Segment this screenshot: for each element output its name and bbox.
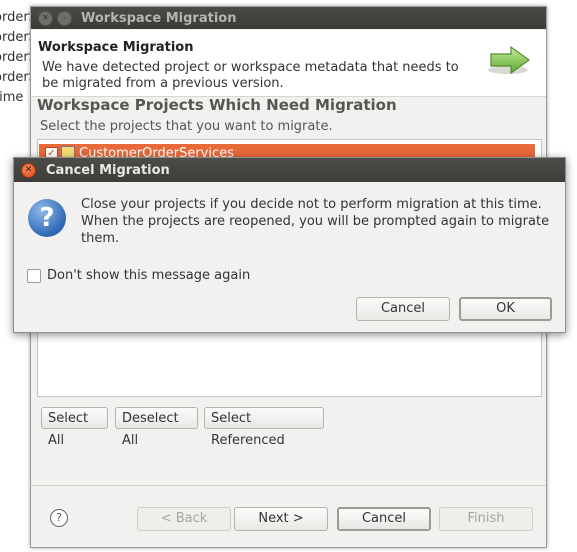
next-button[interactable]: Next > xyxy=(234,507,328,531)
section-description: Select the projects that you want to mig… xyxy=(40,119,333,134)
window-titlebar: ✕ – Workspace Migration xyxy=(31,7,546,29)
close-icon[interactable]: ✕ xyxy=(38,10,53,26)
minimize-icon[interactable]: – xyxy=(57,10,72,26)
dialog-cancel-button[interactable]: Cancel xyxy=(356,297,450,321)
select-all-button[interactable]: Select All xyxy=(41,407,108,448)
cancel-migration-dialog: ✕ Cancel Migration ? Close your projects… xyxy=(13,157,566,333)
divider xyxy=(31,485,546,486)
window-title: Workspace Migration xyxy=(81,10,237,26)
dialog-titlebar: ✕ Cancel Migration xyxy=(14,158,565,182)
deselect-all-button[interactable]: Deselect All xyxy=(115,407,198,448)
close-icon[interactable]: ✕ xyxy=(21,162,36,178)
dont-show-again-label[interactable]: Don't show this message again xyxy=(47,268,250,283)
dialog-message: Close your projects if you decide not to… xyxy=(81,197,550,246)
wizard-header-description: We have detected project or workspace me… xyxy=(42,60,459,91)
dont-show-again-checkbox[interactable] xyxy=(27,268,41,283)
list-item[interactable]: orderS xyxy=(0,28,30,48)
list-item[interactable]: orderS xyxy=(0,68,30,88)
list-item[interactable]: orderS xyxy=(0,48,30,68)
back-button[interactable]: < Back xyxy=(137,507,231,531)
finish-button[interactable]: Finish xyxy=(439,507,533,531)
green-arrow-icon xyxy=(488,45,531,75)
section-title: Workspace Projects Which Need Migration xyxy=(37,96,397,114)
wizard-header-title: Workspace Migration xyxy=(38,40,194,55)
cancel-button[interactable]: Cancel xyxy=(337,507,431,531)
question-icon: ? xyxy=(28,199,66,237)
help-icon[interactable]: ? xyxy=(50,509,68,527)
wizard-header: Workspace Migration We have detected pro… xyxy=(31,30,546,97)
dont-show-again-row[interactable]: Don't show this message again xyxy=(27,268,250,283)
dialog-ok-button[interactable]: OK xyxy=(459,297,552,321)
list-item[interactable]: time xyxy=(0,88,30,108)
list-item[interactable]: orderS xyxy=(0,8,30,28)
dialog-title: Cancel Migration xyxy=(46,162,170,178)
select-referenced-button[interactable]: Select Referenced xyxy=(204,407,324,448)
